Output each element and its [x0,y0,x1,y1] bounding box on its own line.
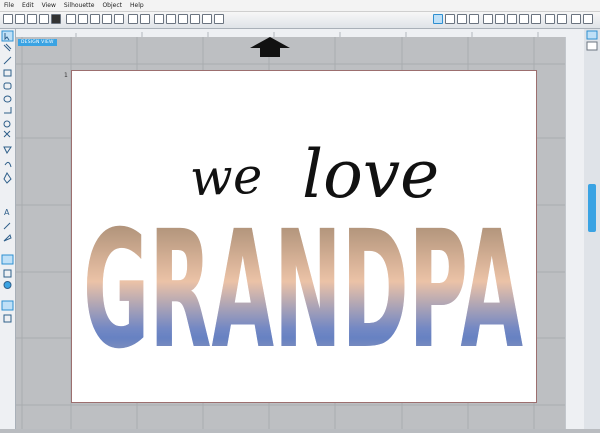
line-style-icon[interactable] [531,14,541,24]
up-arrow-marker [250,37,290,57]
undo-icon[interactable] [128,14,138,24]
modify-icon[interactable] [583,14,593,24]
fill-gradient-icon[interactable] [495,14,505,24]
menu-file[interactable]: File [0,0,18,11]
open-icon[interactable] [15,14,25,24]
menu-edit[interactable]: Edit [18,0,38,11]
fit-page-icon[interactable] [214,14,224,24]
fill-pattern-icon[interactable] [507,14,517,24]
horizontal-ruler [16,29,584,37]
zoom-box-icon[interactable] [190,14,200,24]
replicate-icon[interactable] [557,14,567,24]
main-toolbar [0,12,600,29]
vertical-scrollbar-thumb[interactable] [588,184,596,232]
menu-view[interactable]: View [38,0,60,11]
grandpa-letters-tint: GRANDPA [83,212,523,352]
print-icon[interactable] [66,14,76,24]
registration-icon[interactable] [469,14,479,24]
line-color-icon[interactable] [519,14,529,24]
menu-silhouette[interactable]: Silhouette [60,0,99,11]
menu-object[interactable]: Object [98,0,126,11]
redo-icon[interactable] [140,14,150,24]
fill-color-icon[interactable] [483,14,493,24]
copy-icon[interactable] [90,14,100,24]
paste-icon[interactable] [102,14,112,24]
clear-icon[interactable] [114,14,124,24]
grid-icon[interactable] [457,14,467,24]
tool-icons: A [1,30,14,323]
menu-help[interactable]: Help [126,0,148,11]
zoom-out-icon[interactable] [178,14,188,24]
page-setup-icon[interactable] [445,14,455,24]
vertical-ruler [565,37,585,429]
transform-icon[interactable] [571,14,581,24]
align-icon[interactable] [545,14,555,24]
new-document-icon[interactable] [3,14,13,24]
page-number: 1 [64,72,68,79]
save-icon[interactable] [51,14,61,24]
pan-icon[interactable] [154,14,164,24]
grandpa-photo-word[interactable]: GRANDPA GRANDPA [83,212,523,352]
cut-send-icon[interactable] [78,14,88,24]
zoom-in-icon[interactable] [166,14,176,24]
page-icon[interactable] [39,14,49,24]
left-tool-panel: A [0,29,16,429]
select-tool-icon[interactable] [433,14,443,24]
library-icon[interactable] [27,14,37,24]
menu-bar: File Edit View Silhouette Object Help [0,0,600,12]
design-text-love[interactable]: love [302,136,439,213]
svg-text:A: A [4,208,10,217]
hand-icon[interactable] [202,14,212,24]
design-view-label: DESIGN VIEW [18,39,57,46]
design-text-we[interactable]: we [189,147,263,207]
